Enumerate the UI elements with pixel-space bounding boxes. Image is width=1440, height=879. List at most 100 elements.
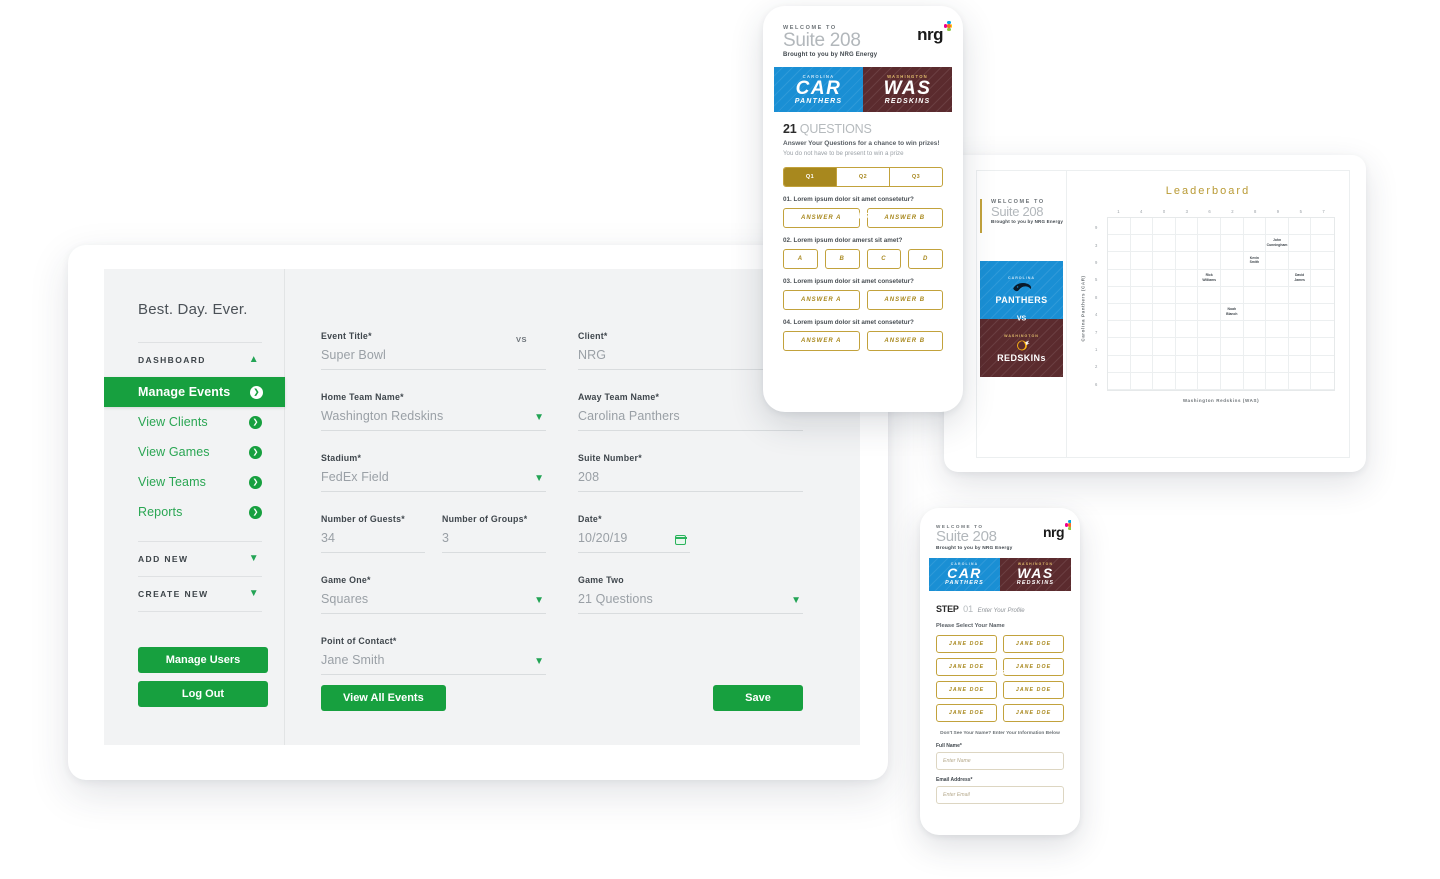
grid-square[interactable]	[1243, 286, 1267, 304]
grid-square[interactable]	[1153, 286, 1176, 304]
grid-square[interactable]	[1266, 372, 1289, 390]
chevron-down-icon[interactable]: ▼	[534, 595, 544, 606]
grid-square[interactable]	[1153, 355, 1176, 373]
grid-square[interactable]	[1221, 372, 1244, 390]
grid-square[interactable]	[1153, 338, 1176, 356]
view-all-events-button[interactable]: View All Events	[321, 685, 446, 711]
grid-square[interactable]	[1108, 269, 1131, 287]
grid-square[interactable]	[1266, 252, 1289, 270]
grid-square[interactable]	[1108, 304, 1131, 322]
grid-square[interactable]	[1108, 321, 1131, 339]
answer-button[interactable]: ANSWER A	[783, 289, 860, 310]
grid-square[interactable]	[1175, 338, 1199, 356]
tab-q1[interactable]: Q1	[784, 167, 837, 186]
grid-square[interactable]	[1130, 286, 1154, 304]
name-select-button[interactable]: JANE DOE	[1003, 634, 1064, 653]
name-select-button[interactable]: JANE DOE	[936, 657, 997, 676]
grid-square[interactable]	[1243, 218, 1267, 236]
name-select-button[interactable]: JANE DOE	[936, 703, 997, 722]
grid-square[interactable]	[1243, 304, 1267, 322]
grid-square[interactable]	[1198, 338, 1221, 356]
field-game-two[interactable]: Game Two 21 Questions ▼	[578, 575, 803, 614]
grid-square[interactable]	[1288, 218, 1312, 236]
grid-square[interactable]	[1175, 252, 1199, 270]
grid-square[interactable]	[1311, 338, 1334, 356]
name-select-button[interactable]: JANE DOE	[936, 634, 997, 653]
sidebar-group-create-new[interactable]: CREATE NEW ▼	[104, 577, 284, 611]
squares-grid[interactable]: John Cunningham Kevin Smith Rick Williams Davi…	[1107, 217, 1335, 391]
grid-square[interactable]	[1130, 269, 1154, 287]
grid-square[interactable]	[1175, 218, 1199, 236]
field-point-of-contact[interactable]: Point of Contact* Jane Smith ▼	[321, 636, 546, 675]
grid-square[interactable]	[1130, 235, 1154, 253]
grid-square[interactable]	[1130, 218, 1154, 236]
grid-square[interactable]	[1175, 269, 1199, 287]
grid-square[interactable]	[1243, 372, 1267, 390]
grid-square[interactable]	[1288, 372, 1312, 390]
grid-square[interactable]	[1130, 304, 1154, 322]
grid-square[interactable]	[1175, 372, 1199, 390]
grid-square[interactable]	[1311, 304, 1334, 322]
save-button[interactable]: Save	[713, 685, 803, 711]
name-select-button[interactable]: JANE DOE	[936, 680, 997, 699]
tab-q2[interactable]: Q2	[837, 167, 890, 186]
grid-square[interactable]	[1198, 235, 1221, 253]
grid-square[interactable]	[1198, 286, 1221, 304]
grid-square[interactable]: Kevin Smith	[1243, 252, 1267, 270]
grid-square[interactable]	[1311, 270, 1334, 287]
grid-square[interactable]	[1108, 338, 1131, 356]
grid-square[interactable]	[1130, 252, 1154, 270]
grid-square[interactable]: John Cunningham	[1266, 235, 1289, 253]
grid-square[interactable]	[1221, 269, 1244, 287]
grid-square[interactable]	[1243, 235, 1267, 253]
grid-square[interactable]	[1266, 321, 1289, 339]
sidebar-group-dashboard[interactable]: DASHBOARD ▲	[104, 343, 284, 377]
grid-square[interactable]	[1221, 355, 1244, 373]
calendar-icon[interactable]	[674, 535, 687, 545]
field-game-one[interactable]: Game One* Squares ▼	[321, 575, 546, 614]
grid-square[interactable]	[1243, 338, 1267, 356]
grid-square[interactable]	[1108, 218, 1131, 236]
grid-square[interactable]	[1108, 286, 1131, 304]
sidebar-item-manage-events[interactable]: Manage Events ❯	[104, 377, 285, 407]
grid-square[interactable]	[1175, 321, 1199, 339]
answer-button[interactable]: ANSWER A	[783, 330, 860, 351]
grid-square[interactable]	[1311, 287, 1334, 304]
field-event-title[interactable]: Event Title* Super Bowl	[321, 331, 546, 370]
answer-button[interactable]: ANSWER B	[866, 289, 943, 310]
grid-square[interactable]	[1108, 252, 1131, 270]
grid-square[interactable]	[1221, 286, 1244, 304]
grid-square[interactable]	[1130, 355, 1154, 373]
grid-square[interactable]: David James	[1288, 269, 1312, 287]
grid-square[interactable]	[1198, 304, 1221, 322]
grid-square[interactable]	[1311, 218, 1334, 236]
grid-square[interactable]	[1266, 355, 1289, 373]
grid-square[interactable]	[1288, 321, 1312, 339]
grid-square[interactable]	[1311, 321, 1334, 339]
grid-square[interactable]	[1175, 355, 1199, 373]
grid-square[interactable]	[1311, 235, 1334, 253]
answer-button[interactable]: B	[824, 248, 860, 269]
answer-button[interactable]: D	[908, 248, 943, 269]
full-name-input[interactable]: Enter Name	[936, 751, 1064, 770]
grid-square[interactable]	[1198, 372, 1221, 390]
grid-square[interactable]	[1266, 286, 1289, 304]
grid-square[interactable]	[1153, 252, 1176, 270]
field-suite-number[interactable]: Suite Number* 208	[578, 453, 803, 492]
grid-square[interactable]	[1153, 218, 1176, 236]
chevron-down-icon[interactable]: ▼	[791, 595, 801, 606]
grid-square[interactable]	[1130, 372, 1154, 390]
chevron-down-icon[interactable]: ▼	[534, 412, 544, 423]
grid-square[interactable]	[1288, 235, 1312, 253]
grid-square[interactable]: Noah Blanch	[1221, 304, 1244, 322]
grid-square[interactable]	[1153, 304, 1176, 322]
grid-square[interactable]	[1130, 321, 1154, 339]
grid-square[interactable]	[1153, 235, 1176, 253]
email-input[interactable]: Enter Email	[936, 785, 1064, 804]
sidebar-item-view-games[interactable]: View Games ❯	[104, 437, 284, 467]
grid-square[interactable]	[1266, 269, 1289, 287]
field-home-team[interactable]: Home Team Name* Washington Redskins ▼	[321, 392, 546, 431]
grid-square[interactable]	[1198, 321, 1221, 339]
grid-square[interactable]	[1153, 321, 1176, 339]
name-select-button[interactable]: JANE DOE	[1003, 703, 1064, 722]
